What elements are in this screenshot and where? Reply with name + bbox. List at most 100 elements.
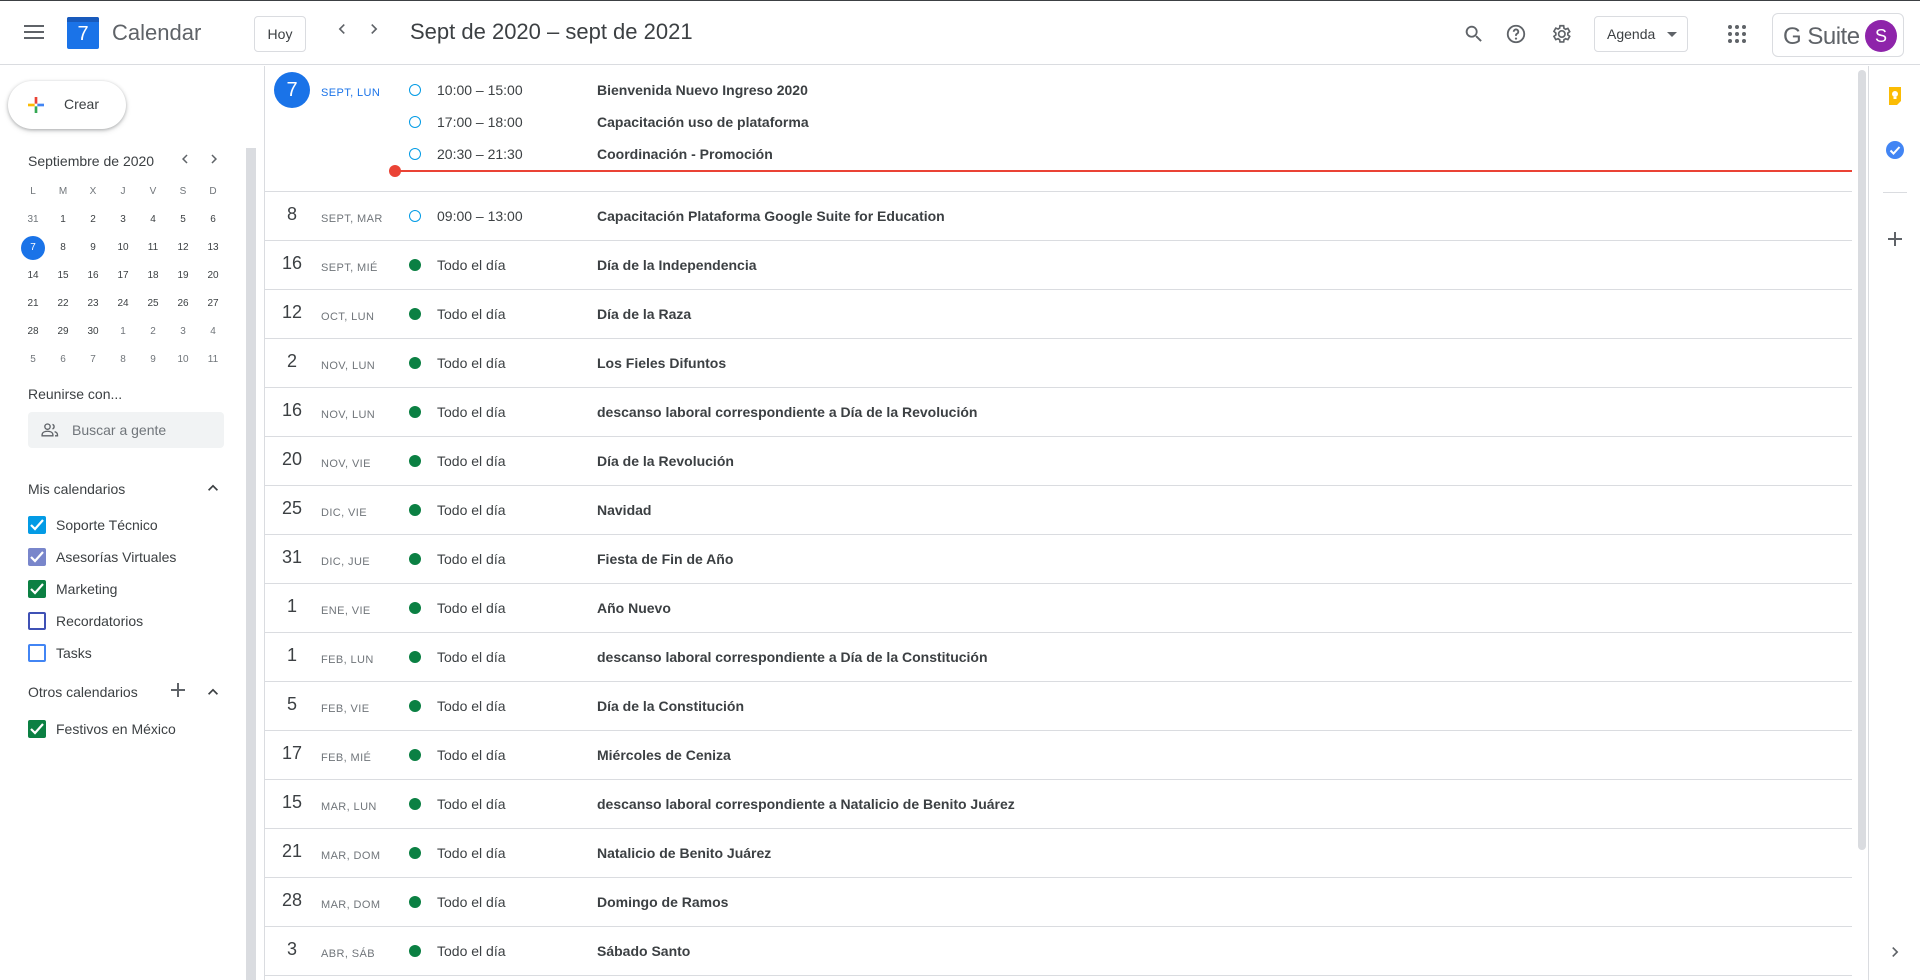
account-area[interactable]: G Suite S: [1772, 13, 1904, 57]
agenda-day-number[interactable]: 25: [265, 498, 319, 519]
agenda-day-label[interactable]: SEPT, LUN: [321, 87, 380, 99]
mini-calendar-day[interactable]: 1: [48, 208, 78, 236]
agenda-day-label[interactable]: MAR, DOM: [321, 850, 380, 862]
event-title[interactable]: Capacitación Plataforma Google Suite for…: [597, 208, 945, 224]
apps-launcher-button[interactable]: [1722, 19, 1752, 49]
agenda-day-number[interactable]: 1: [265, 596, 319, 617]
agenda-day-number[interactable]: 5: [265, 694, 319, 715]
mini-calendar-day[interactable]: 5: [18, 348, 48, 376]
mini-calendar-day[interactable]: 11: [138, 236, 168, 264]
mini-calendar-day[interactable]: 28: [18, 320, 48, 348]
event-time[interactable]: Todo el día: [437, 796, 506, 812]
sidebar-scrollbar[interactable]: [246, 148, 256, 980]
support-button[interactable]: [1501, 19, 1531, 49]
event-title[interactable]: Año Nuevo: [597, 600, 671, 616]
chevron-up-icon[interactable]: [203, 682, 223, 702]
event-time[interactable]: Todo el día: [437, 600, 506, 616]
event-title[interactable]: descanso laboral correspondiente a Día d…: [597, 649, 988, 665]
agenda-day-label[interactable]: NOV, LUN: [321, 409, 375, 421]
event-time[interactable]: 10:00 – 15:00: [437, 82, 523, 98]
mini-calendar-day[interactable]: 9: [78, 236, 108, 264]
agenda-day-label[interactable]: MAR, LUN: [321, 801, 377, 813]
event-title[interactable]: Bienvenida Nuevo Ingreso 2020: [597, 82, 808, 98]
agenda-day-label[interactable]: NOV, VIE: [321, 458, 371, 470]
agenda-day-label[interactable]: FEB, MIÉ: [321, 752, 371, 764]
agenda-day-number[interactable]: 28: [265, 890, 319, 911]
event-time[interactable]: Todo el día: [437, 698, 506, 714]
event-title[interactable]: Fiesta de Fin de Año: [597, 551, 733, 567]
mini-calendar-day[interactable]: 18: [138, 264, 168, 292]
get-addons-plus-icon[interactable]: [1885, 229, 1905, 249]
mini-calendar-day[interactable]: 10: [168, 348, 198, 376]
agenda-day-label[interactable]: SEPT, MAR: [321, 213, 383, 225]
mini-calendar-day[interactable]: 15: [48, 264, 78, 292]
mini-calendar-day[interactable]: 9: [138, 348, 168, 376]
mini-calendar-day[interactable]: 4: [198, 320, 228, 348]
calendar-logo-icon[interactable]: 7: [67, 17, 99, 49]
event-time[interactable]: Todo el día: [437, 355, 506, 371]
event-title[interactable]: Día de la Constitución: [597, 698, 744, 714]
mini-calendar-day[interactable]: 30: [78, 320, 108, 348]
event-time[interactable]: Todo el día: [437, 404, 506, 420]
agenda-day-number[interactable]: 2: [265, 351, 319, 372]
agenda-day-label[interactable]: FEB, LUN: [321, 654, 374, 666]
mini-calendar-day[interactable]: 7: [78, 348, 108, 376]
mini-calendar-day[interactable]: 24: [108, 292, 138, 320]
agenda-day-number[interactable]: 17: [265, 743, 319, 764]
event-time[interactable]: 20:30 – 21:30: [437, 146, 523, 162]
mini-calendar-day[interactable]: 12: [168, 236, 198, 264]
event-time[interactable]: Todo el día: [437, 257, 506, 273]
checkbox-checked-icon[interactable]: [28, 580, 46, 598]
event-time[interactable]: Todo el día: [437, 649, 506, 665]
mini-calendar-day[interactable]: 2: [78, 208, 108, 236]
event-title[interactable]: Domingo de Ramos: [597, 894, 728, 910]
my-calendars-title[interactable]: Mis calendarios: [28, 481, 125, 497]
today-button[interactable]: Hoy: [254, 16, 306, 52]
other-calendars-title[interactable]: Otros calendarios: [28, 684, 138, 700]
mini-calendar-day[interactable]: 4: [138, 208, 168, 236]
event-title[interactable]: Coordinación - Promoción: [597, 146, 773, 162]
next-period-button[interactable]: [360, 19, 388, 47]
checkbox-empty-icon[interactable]: [28, 644, 46, 662]
event-title[interactable]: Día de la Raza: [597, 306, 691, 322]
event-time[interactable]: Todo el día: [437, 551, 506, 567]
event-title[interactable]: Natalicio de Benito Juárez: [597, 845, 771, 861]
event-title[interactable]: descanso laboral correspondiente a Día d…: [597, 404, 977, 420]
agenda-day-number[interactable]: 16: [265, 253, 319, 274]
mini-calendar-day[interactable]: 26: [168, 292, 198, 320]
event-title[interactable]: descanso laboral correspondiente a Natal…: [597, 796, 1015, 812]
agenda-day-label[interactable]: DIC, JUE: [321, 556, 370, 568]
agenda-day-label[interactable]: DIC, VIE: [321, 507, 367, 519]
checkbox-checked-icon[interactable]: [28, 548, 46, 566]
agenda-day-number[interactable]: 12: [265, 302, 319, 323]
mini-calendar-day[interactable]: 5: [168, 208, 198, 236]
event-title[interactable]: Día de la Independencia: [597, 257, 757, 273]
agenda-scrollbar[interactable]: [1858, 70, 1866, 850]
agenda-day-number[interactable]: 7: [265, 72, 319, 108]
event-title[interactable]: Los Fieles Difuntos: [597, 355, 726, 371]
agenda-day-number[interactable]: 16: [265, 400, 319, 421]
chevron-right-icon[interactable]: [1885, 942, 1905, 962]
event-time[interactable]: Todo el día: [437, 845, 506, 861]
mini-calendar-day[interactable]: 29: [48, 320, 78, 348]
checkbox-checked-icon[interactable]: [28, 516, 46, 534]
keep-icon[interactable]: [1885, 86, 1905, 106]
event-time[interactable]: Todo el día: [437, 943, 506, 959]
agenda-day-number[interactable]: 8: [265, 204, 319, 225]
agenda-day-label[interactable]: OCT, LUN: [321, 311, 374, 323]
mini-calendar-day[interactable]: 22: [48, 292, 78, 320]
mini-calendar-day[interactable]: 16: [78, 264, 108, 292]
event-time[interactable]: 17:00 – 18:00: [437, 114, 523, 130]
chevron-up-icon[interactable]: [203, 478, 223, 498]
event-title[interactable]: Sábado Santo: [597, 943, 690, 959]
mini-calendar-day[interactable]: 6: [48, 348, 78, 376]
mini-calendar-day[interactable]: 10: [108, 236, 138, 264]
main-menu-icon[interactable]: [19, 17, 49, 47]
event-time[interactable]: Todo el día: [437, 894, 506, 910]
agenda-day-label[interactable]: MAR, DOM: [321, 899, 380, 911]
create-button[interactable]: Crear: [8, 81, 126, 129]
mini-calendar-day[interactable]: 8: [108, 348, 138, 376]
agenda-day-number[interactable]: 20: [265, 449, 319, 470]
event-time[interactable]: Todo el día: [437, 747, 506, 763]
event-title[interactable]: Navidad: [597, 502, 651, 518]
